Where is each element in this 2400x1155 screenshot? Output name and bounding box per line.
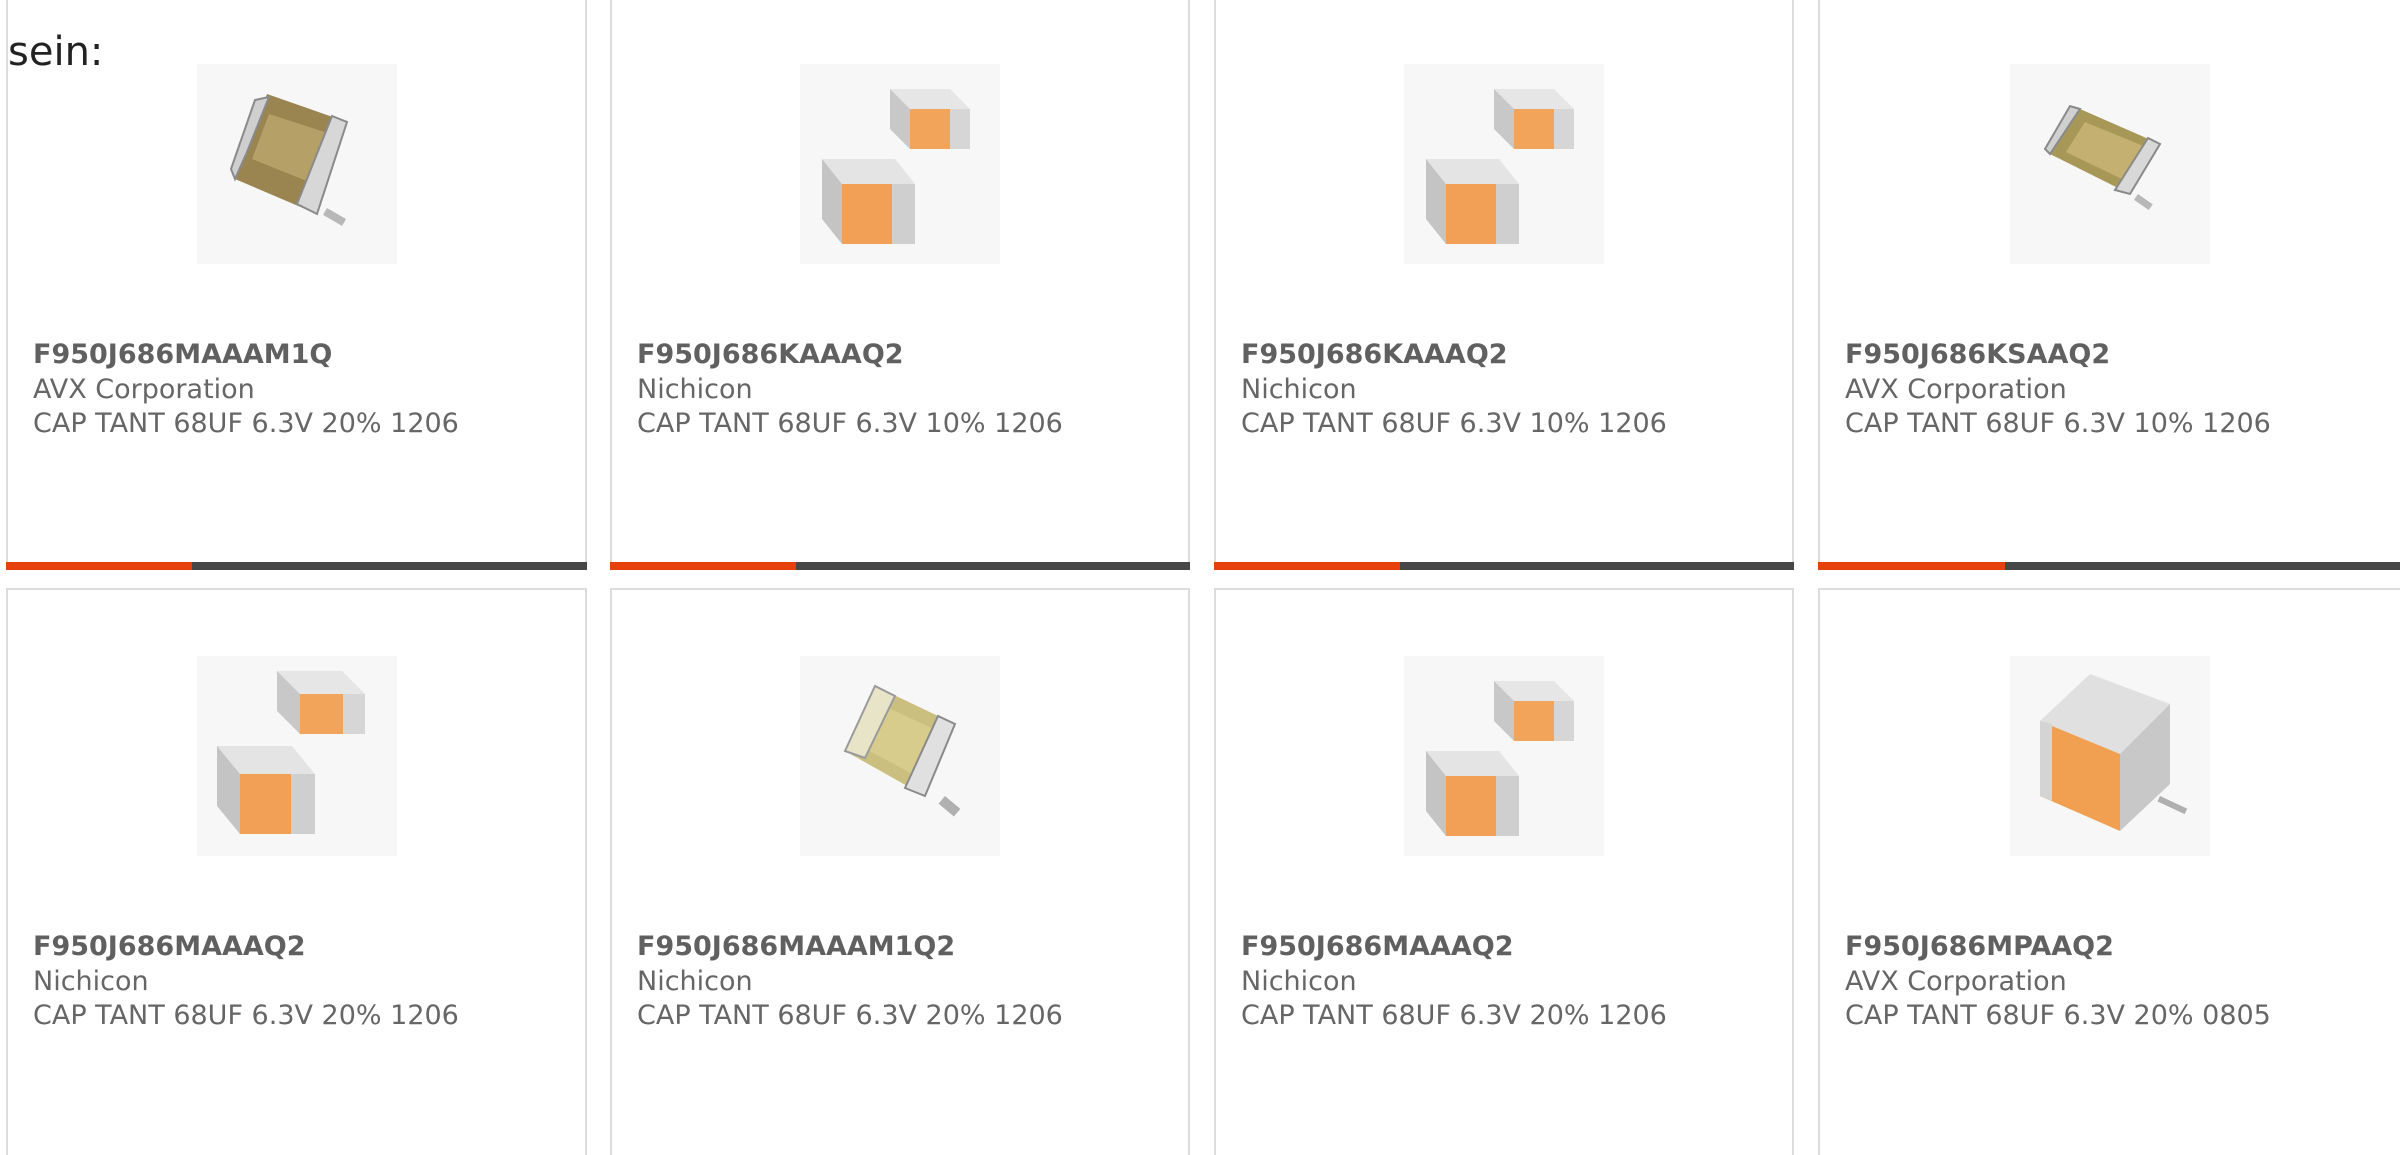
- manufacturer: AVX Corporation: [1845, 374, 2067, 405]
- manufacturer: Nichicon: [1241, 374, 1357, 405]
- manufacturer: AVX Corporation: [1845, 966, 2067, 997]
- card-bottom-bar: [1214, 562, 1794, 570]
- description: CAP TANT 68UF 6.3V 10% 1206: [637, 408, 1063, 439]
- manufacturer: AVX Corporation: [33, 374, 255, 405]
- part-number-link[interactable]: F950J686KAAAQ2: [1241, 338, 1508, 372]
- description: CAP TANT 68UF 6.3V 20% 1206: [33, 408, 459, 439]
- part-number-link[interactable]: F950J686MPAAQ2: [1845, 930, 2114, 964]
- tantalum-capacitor-clear-icon: [800, 656, 1000, 856]
- card-bottom-bar: [610, 562, 1190, 570]
- manufacturer: Nichicon: [637, 374, 753, 405]
- product-card[interactable]: F950J686MAAAQ2 Nichicon CAP TANT 68UF 6.…: [6, 588, 587, 1155]
- product-card[interactable]: F950J686MAAAQ2 Nichicon CAP TANT 68UF 6.…: [1214, 588, 1794, 1155]
- product-card[interactable]: F950J686MAAAM1Q AVX Corporation CAP TANT…: [6, 0, 587, 570]
- product-card[interactable]: F950J686MAAAM1Q2 Nichicon CAP TANT 68UF …: [610, 588, 1190, 1155]
- part-number-link[interactable]: F950J686KSAAQ2: [1845, 338, 2110, 372]
- manufacturer: Nichicon: [637, 966, 753, 997]
- manufacturer: Nichicon: [1241, 966, 1357, 997]
- chip-capacitor-pair-icon: [800, 64, 1000, 264]
- description: CAP TANT 68UF 6.3V 20% 0805: [1845, 1000, 2271, 1031]
- part-number-link[interactable]: F950J686KAAAQ2: [637, 338, 904, 372]
- product-grid-page: sein: F950J686MAAAM1Q AVX Corporation CA…: [0, 0, 2400, 1155]
- tantalum-capacitor-silver-icon: [2010, 64, 2210, 264]
- tantalum-capacitor-silver-icon: [196, 64, 397, 264]
- product-card[interactable]: F950J686KAAAQ2 Nichicon CAP TANT 68UF 6.…: [1214, 0, 1794, 570]
- card-accent-bar: [610, 562, 796, 570]
- part-number-link[interactable]: F950J686MAAAM1Q2: [637, 930, 955, 964]
- product-card[interactable]: F950J686KAAAQ2 Nichicon CAP TANT 68UF 6.…: [610, 0, 1190, 570]
- card-accent-bar: [1818, 562, 2005, 570]
- tantalum-capacitor-orange-icon: [2010, 656, 2210, 856]
- description: CAP TANT 68UF 6.3V 10% 1206: [1241, 408, 1667, 439]
- card-bottom-bar: [6, 562, 587, 570]
- manufacturer: Nichicon: [33, 966, 149, 997]
- part-number-link[interactable]: F950J686MAAAQ2: [33, 930, 306, 964]
- part-number-link[interactable]: F950J686MAAAQ2: [1241, 930, 1514, 964]
- chip-capacitor-pair-icon: [196, 656, 397, 856]
- card-accent-bar: [1214, 562, 1400, 570]
- product-card[interactable]: F950J686MPAAQ2 AVX Corporation CAP TANT …: [1818, 588, 2400, 1155]
- card-accent-bar: [6, 562, 192, 570]
- part-number-link[interactable]: F950J686MAAAM1Q: [33, 338, 332, 372]
- chip-capacitor-pair-icon: [1404, 64, 1604, 264]
- description: CAP TANT 68UF 6.3V 20% 1206: [33, 1000, 459, 1031]
- product-card[interactable]: F950J686KSAAQ2 AVX Corporation CAP TANT …: [1818, 0, 2400, 570]
- description: CAP TANT 68UF 6.3V 20% 1206: [637, 1000, 1063, 1031]
- description: CAP TANT 68UF 6.3V 20% 1206: [1241, 1000, 1667, 1031]
- card-bottom-bar: [1818, 562, 2400, 570]
- description: CAP TANT 68UF 6.3V 10% 1206: [1845, 408, 2271, 439]
- chip-capacitor-pair-icon: [1404, 656, 1604, 856]
- intro-text: sein:: [8, 29, 104, 75]
